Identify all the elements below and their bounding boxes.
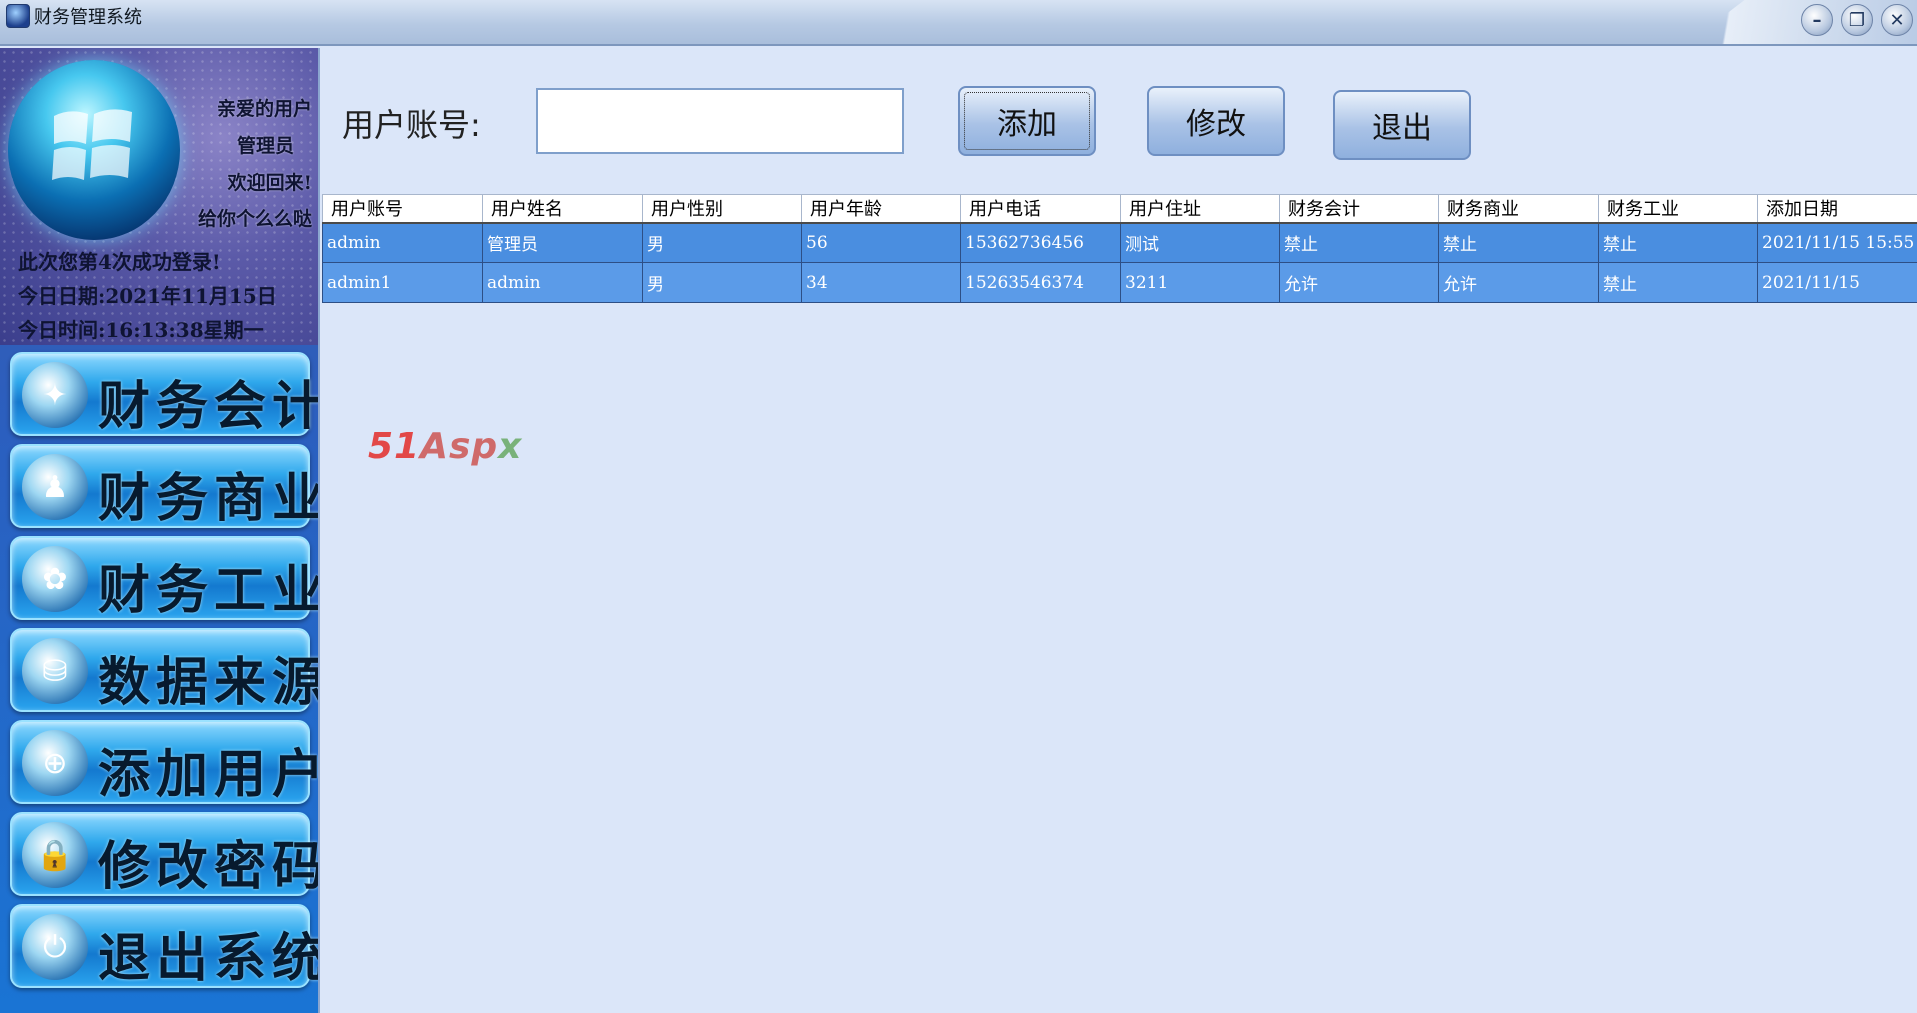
account-label: 用户账号: [342,106,481,144]
table-cell[interactable]: 男 [642,222,802,263]
table-cell[interactable]: 15263546374 [960,262,1121,303]
industry-icon: ✿ [22,546,88,612]
table-cell[interactable]: admin [482,262,643,303]
table-cell[interactable]: 2021/11/15 15:55 [1757,222,1917,263]
table-cell[interactable]: 禁止 [1438,222,1599,263]
edit-button[interactable]: 修改 [1147,86,1285,156]
welcome-line-4: 给你个么么哒 [197,208,312,230]
column-header[interactable]: 用户住址 [1120,194,1280,224]
power-icon: ⏻ [22,914,88,980]
current-date: 今日日期:2021年11月15日 [18,284,277,308]
table-cell[interactable]: 允许 [1279,262,1439,303]
nav-change-password[interactable]: 🔒 修改密码 [10,812,324,897]
column-header[interactable]: 用户电话 [960,194,1121,224]
table-cell[interactable]: 禁止 [1598,262,1758,303]
commerce-icon: ♟ [22,454,88,520]
nav-exit-system[interactable]: ⏻ 退出系统 [10,904,324,989]
table-cell[interactable]: admin [322,222,483,263]
table-cell[interactable]: 15362736456 [960,222,1121,263]
column-header[interactable]: 添加日期 [1757,194,1917,224]
welcome-line-2: 管理员 [236,135,294,157]
windows-orb-icon [8,60,180,240]
lock-icon: 🔒 [22,822,88,888]
table-cell[interactable]: 管理员 [482,222,643,263]
minimize-button[interactable]: – [1801,4,1833,36]
nav-accounting[interactable]: ✦ 财务会计 [10,352,324,437]
sidebar: 亲爱的用户 管理员 欢迎回来! 给你个么么哒 此次您第4次成功登录! 今日日期:… [0,48,324,1013]
user-table: 用户账号 用户姓名 用户性别 用户年龄 用户电话 用户住址 财务会计 财务商业 … [322,194,1917,303]
table-cell[interactable]: 允许 [1438,262,1599,303]
add-button[interactable]: 添加 [958,86,1096,156]
welcome-line-1: 亲爱的用户 [216,98,312,120]
nav-industry[interactable]: ✿ 财务工业 [10,536,324,621]
column-header[interactable]: 财务工业 [1598,194,1758,224]
nav-commerce[interactable]: ♟ 财务商业 [10,444,324,529]
table-row[interactable]: admin1 admin 男 34 15263546374 3211 允许 允许… [322,262,1917,303]
account-input[interactable] [536,88,904,154]
app-icon [6,4,30,28]
column-header[interactable]: 用户姓名 [482,194,643,224]
column-header[interactable]: 用户账号 [322,194,483,224]
table-cell[interactable]: 34 [801,262,961,303]
watermark-logo: 51Aspx [368,426,523,467]
close-button[interactable]: ✕ [1881,4,1913,36]
add-user-icon: ⊕ [22,730,88,796]
table-cell[interactable]: 2021/11/15 [1757,262,1917,303]
exit-button[interactable]: 退出 [1333,90,1471,160]
table-cell[interactable]: 3211 [1120,262,1280,303]
accounting-icon: ✦ [22,362,88,428]
nav-data-source[interactable]: ⛁ 数据来源 [10,628,324,713]
restore-button[interactable]: ❐ [1841,4,1873,36]
column-header[interactable]: 财务商业 [1438,194,1599,224]
current-time: 今日时间:16:13:38星期一 [18,318,264,342]
table-row[interactable]: admin 管理员 男 56 15362736456 测试 禁止 禁止 禁止 2… [322,222,1917,263]
nav-add-user[interactable]: ⊕ 添加用户 [10,720,324,805]
table-cell[interactable]: admin1 [322,262,483,303]
main-panel: 用户账号: 添加 修改 退出 用户账号 用户姓名 用户性别 用户年龄 用户电话 … [318,48,1917,1013]
table-cell[interactable]: 56 [801,222,961,263]
column-header[interactable]: 财务会计 [1279,194,1439,224]
table-cell[interactable]: 男 [642,262,802,303]
title-bar: 财务管理系统 – ❐ ✕ [0,0,1917,46]
table-cell[interactable]: 禁止 [1279,222,1439,263]
welcome-panel: 亲爱的用户 管理员 欢迎回来! 给你个么么哒 此次您第4次成功登录! 今日日期:… [0,48,318,345]
table-cell[interactable]: 测试 [1120,222,1280,263]
column-header[interactable]: 用户性别 [642,194,802,224]
column-header[interactable]: 用户年龄 [801,194,961,224]
data-source-icon: ⛁ [22,638,88,704]
table-header-row: 用户账号 用户姓名 用户性别 用户年龄 用户电话 用户住址 财务会计 财务商业 … [322,194,1917,224]
table-cell[interactable]: 禁止 [1598,222,1758,263]
welcome-line-3: 欢迎回来! [227,172,312,194]
login-count: 此次您第4次成功登录! [18,250,221,274]
window-title: 财务管理系统 [34,7,142,28]
